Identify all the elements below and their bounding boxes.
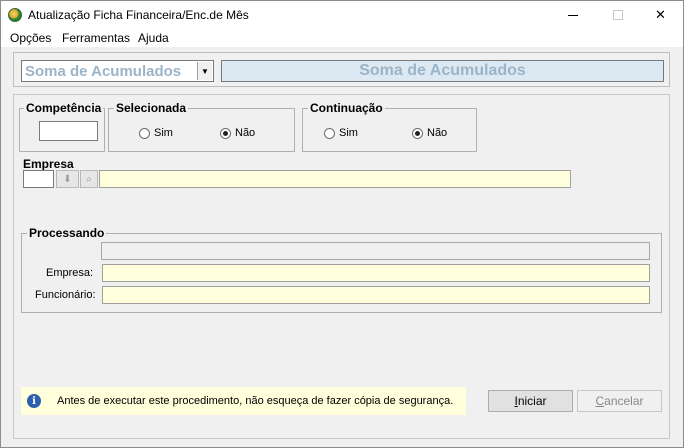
close-icon: ✕ bbox=[655, 7, 666, 22]
processando-label: Processando bbox=[27, 226, 107, 240]
continuacao-sim-radio[interactable]: Sim bbox=[324, 127, 358, 139]
maximize-button[interactable] bbox=[595, 1, 640, 29]
menu-ferramentas[interactable]: Ferramentas bbox=[62, 31, 130, 45]
menu-ajuda[interactable]: Ajuda bbox=[138, 31, 169, 45]
procedure-header: Soma de Acumulados bbox=[221, 60, 664, 82]
continuacao-nao-label: Não bbox=[427, 127, 448, 139]
cancelar-button[interactable]: Cancelar bbox=[577, 390, 662, 412]
processando-group: Processando Empresa: Funcionário: bbox=[21, 226, 662, 313]
radio-checked-icon bbox=[412, 127, 423, 139]
maximize-icon bbox=[612, 10, 623, 20]
selecionada-sim-label: Sim bbox=[154, 127, 173, 139]
radio-checked-icon bbox=[220, 127, 231, 139]
cancelar-label: ancelar bbox=[604, 394, 644, 408]
minimize-button[interactable] bbox=[550, 1, 595, 29]
continuacao-label: Continuação bbox=[308, 101, 385, 115]
continuacao-nao-radio[interactable]: Não bbox=[412, 127, 447, 139]
competencia-label: Competência bbox=[24, 101, 104, 115]
empresa-code-input[interactable] bbox=[23, 170, 54, 188]
app-window: Atualização Ficha Financeira/Enc.de Mês … bbox=[0, 0, 684, 448]
search-binoculars-icon[interactable]: ⌕ bbox=[80, 170, 98, 188]
processando-funcionario-label: Funcionário: bbox=[35, 289, 96, 301]
info-icon: i bbox=[27, 394, 41, 408]
radio-unchecked-icon bbox=[324, 127, 335, 139]
processando-funcionario-field bbox=[102, 286, 650, 304]
procedure-combobox[interactable]: Soma de Acumulados ▼ bbox=[21, 60, 214, 82]
procedure-combobox-value: Soma de Acumulados bbox=[25, 63, 182, 80]
window-title: Atualização Ficha Financeira/Enc.de Mês bbox=[28, 8, 249, 22]
competencia-group: Competência bbox=[19, 101, 105, 152]
selecionada-group: Selecionada Sim Não bbox=[108, 101, 295, 152]
processando-empresa-label: Empresa: bbox=[46, 267, 94, 279]
info-message-text: Antes de executar este procedimento, não… bbox=[57, 395, 454, 407]
close-button[interactable]: ✕ bbox=[638, 1, 683, 29]
menu-opcoes[interactable]: Opções bbox=[10, 31, 51, 45]
continuacao-group: Continuação Sim Não bbox=[302, 101, 477, 152]
empresa-name-field bbox=[99, 170, 571, 188]
iniciar-button[interactable]: Iniciar bbox=[488, 390, 573, 412]
radio-unchecked-icon bbox=[139, 127, 150, 139]
title-bar: Atualização Ficha Financeira/Enc.de Mês … bbox=[1, 1, 683, 29]
info-message-bar: i Antes de executar este procedimento, n… bbox=[21, 387, 466, 415]
dialog-content: Soma de Acumulados ▼ Soma de Acumulados … bbox=[1, 47, 683, 447]
selecionada-nao-label: Não bbox=[235, 127, 256, 139]
selecionada-nao-radio[interactable]: Não bbox=[220, 127, 255, 139]
progress-bar bbox=[101, 242, 650, 260]
app-logo-icon bbox=[8, 8, 22, 22]
dropdown-arrow-icon[interactable]: ▼ bbox=[197, 62, 212, 80]
selecionada-label: Selecionada bbox=[114, 101, 189, 115]
continuacao-sim-label: Sim bbox=[339, 127, 358, 139]
cancelar-mnemonic: C bbox=[595, 394, 605, 408]
menu-bar: Opções Ferramentas Ajuda bbox=[1, 29, 683, 47]
download-icon[interactable]: ⬇ bbox=[56, 170, 79, 188]
selecionada-sim-radio[interactable]: Sim bbox=[139, 127, 173, 139]
competencia-input[interactable] bbox=[39, 121, 98, 141]
procedure-selector-frame: Soma de Acumulados ▼ Soma de Acumulados bbox=[13, 52, 670, 87]
iniciar-label: niciar bbox=[517, 394, 547, 408]
processando-empresa-field bbox=[102, 264, 650, 282]
empresa-label: Empresa bbox=[23, 157, 74, 171]
minimize-icon bbox=[567, 14, 578, 16]
